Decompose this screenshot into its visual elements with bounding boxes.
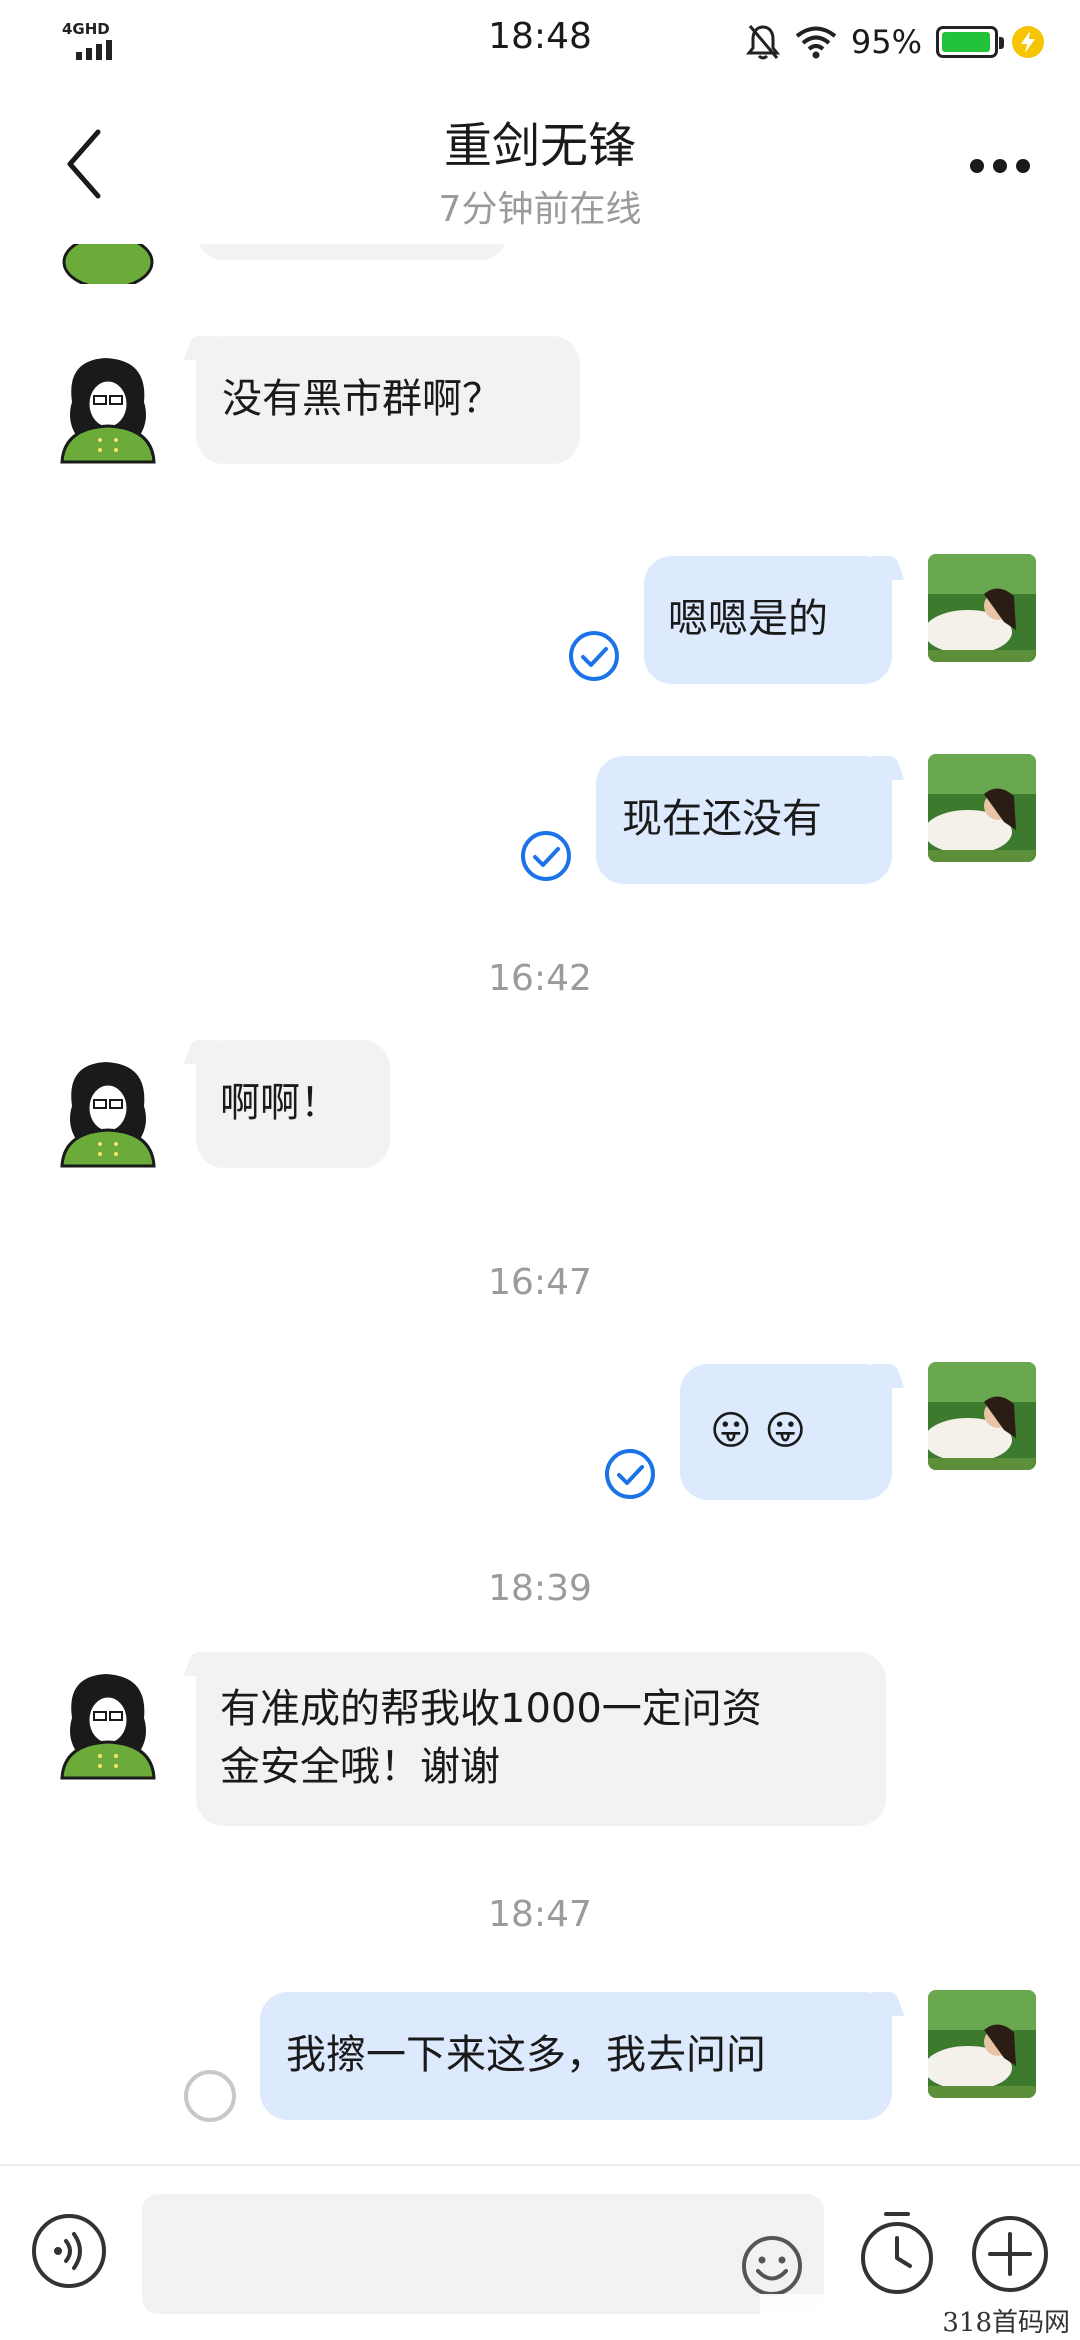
time-divider: 18:47 <box>488 1894 592 1935</box>
more-dots-icon <box>970 159 984 173</box>
time-divider: 18:39 <box>488 1568 592 1609</box>
status-bar: 4GHD 18:48 95% <box>0 0 1080 84</box>
message-text: 现在还没有 <box>622 796 822 842</box>
watermark: 318首码网 www.E318.com <box>760 2294 1080 2340</box>
contact-avatar[interactable] <box>52 1056 164 1168</box>
pending-status-icon <box>184 2070 236 2122</box>
message-text: 😛 😛 <box>710 1408 807 1454</box>
time-divider: 16:47 <box>488 1262 592 1303</box>
voice-button[interactable] <box>30 2212 108 2290</box>
read-check-icon <box>520 830 572 882</box>
more-options-button[interactable] <box>960 146 1040 186</box>
incoming-message[interactable]: 啊啊！ <box>196 1040 390 1168</box>
wifi-icon <box>795 26 837 59</box>
contact-avatar[interactable] <box>52 352 164 464</box>
battery-icon <box>936 26 1004 58</box>
chat-header: 重剑无锋 7分钟前在线 <box>0 84 1080 244</box>
message-bubble-clipped[interactable] <box>196 244 508 260</box>
emoji-icon <box>742 2236 802 2296</box>
time-divider: 16:42 <box>488 958 592 999</box>
outgoing-message[interactable]: 嗯嗯是的 <box>644 556 892 684</box>
contact-name: 重剑无锋 <box>443 118 636 174</box>
user-avatar[interactable] <box>928 1990 1036 2098</box>
battery-fill <box>942 32 990 52</box>
user-avatar[interactable] <box>928 554 1036 662</box>
outgoing-message[interactable]: 我擦一下来这多，我去问问 <box>260 1992 892 2120</box>
message-list[interactable]: 没有黑市群啊？ 嗯嗯是的 现在还没有 16:42 啊啊！ 16:47 😛 😛 1… <box>0 244 1080 2164</box>
message-text: 没有黑市群啊？ <box>222 376 502 422</box>
message-text: 我擦一下来这多，我去问问 <box>286 2032 766 2078</box>
voice-icon <box>32 2214 106 2288</box>
battery-percent: 95% <box>850 23 922 61</box>
timer-icon <box>861 2212 933 2294</box>
timer-button[interactable] <box>858 2210 936 2296</box>
emoji-button[interactable] <box>740 2234 804 2298</box>
incoming-message[interactable]: 没有黑市群啊？ <box>196 336 580 464</box>
user-avatar[interactable] <box>928 754 1036 862</box>
read-check-icon <box>568 630 620 682</box>
user-avatar[interactable] <box>928 1362 1036 1470</box>
outgoing-message[interactable]: 现在还没有 <box>596 756 892 884</box>
message-text-line1: 有准成的帮我收1000一定问资 <box>220 1686 762 1732</box>
message-text: 啊啊！ <box>220 1080 340 1126</box>
status-icons: 95% <box>745 18 1044 66</box>
message-input[interactable] <box>142 2194 824 2314</box>
contact-avatar[interactable] <box>52 244 164 284</box>
message-text-line2: 金安全哦！谢谢 <box>220 1744 500 1790</box>
incoming-message[interactable]: 有准成的帮我收1000一定问资 金安全哦！谢谢 <box>196 1652 886 1826</box>
online-status: 7分钟前在线 <box>438 189 642 230</box>
mute-bell-icon <box>745 25 780 60</box>
contact-avatar[interactable] <box>52 1668 164 1780</box>
read-check-icon <box>604 1448 656 1500</box>
plus-icon <box>972 2216 1048 2292</box>
charging-icon <box>1012 26 1044 58</box>
add-attachment-button[interactable] <box>970 2214 1050 2294</box>
message-text: 嗯嗯是的 <box>668 596 828 642</box>
outgoing-message[interactable]: 😛 😛 <box>680 1364 892 1500</box>
